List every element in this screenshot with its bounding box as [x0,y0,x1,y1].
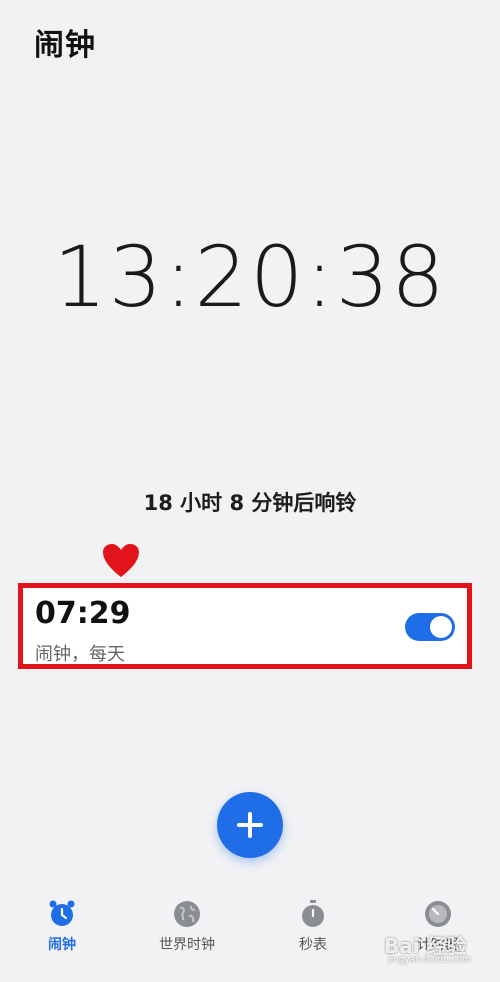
tab-world-clock-label: 世界时钟 [159,937,215,953]
alarm-repeat-label: 闹钟，每天 [35,644,125,665]
alarm-toggle[interactable] [405,613,455,641]
add-alarm-button[interactable] [217,792,283,858]
tab-world-clock[interactable]: 世界时钟 [127,890,247,954]
tab-alarm[interactable]: 闹钟 [2,890,122,954]
current-time: 13:20:38 [53,228,447,326]
globe-icon [174,901,200,927]
stopwatch-icon [302,900,324,927]
plus-icon [237,812,263,838]
timer-icon [425,901,451,927]
tab-stopwatch-label: 秒表 [299,937,327,953]
page-title: 闹钟 [34,28,96,63]
next-alarm-countdown: 18 小时 8 分钟后响铃 [143,491,357,515]
tab-alarm-label: 闹钟 [48,937,76,953]
heart-icon [103,544,139,577]
alarm-clock-icon [49,900,75,926]
toggle-knob [430,616,452,638]
alarm-item[interactable]: 07:29 闹钟，每天 [18,583,472,669]
watermark-url: jingyan.baidu.com [388,955,472,965]
alarm-time: 07:29 [35,596,131,631]
tab-stopwatch[interactable]: 秒表 [253,890,373,954]
